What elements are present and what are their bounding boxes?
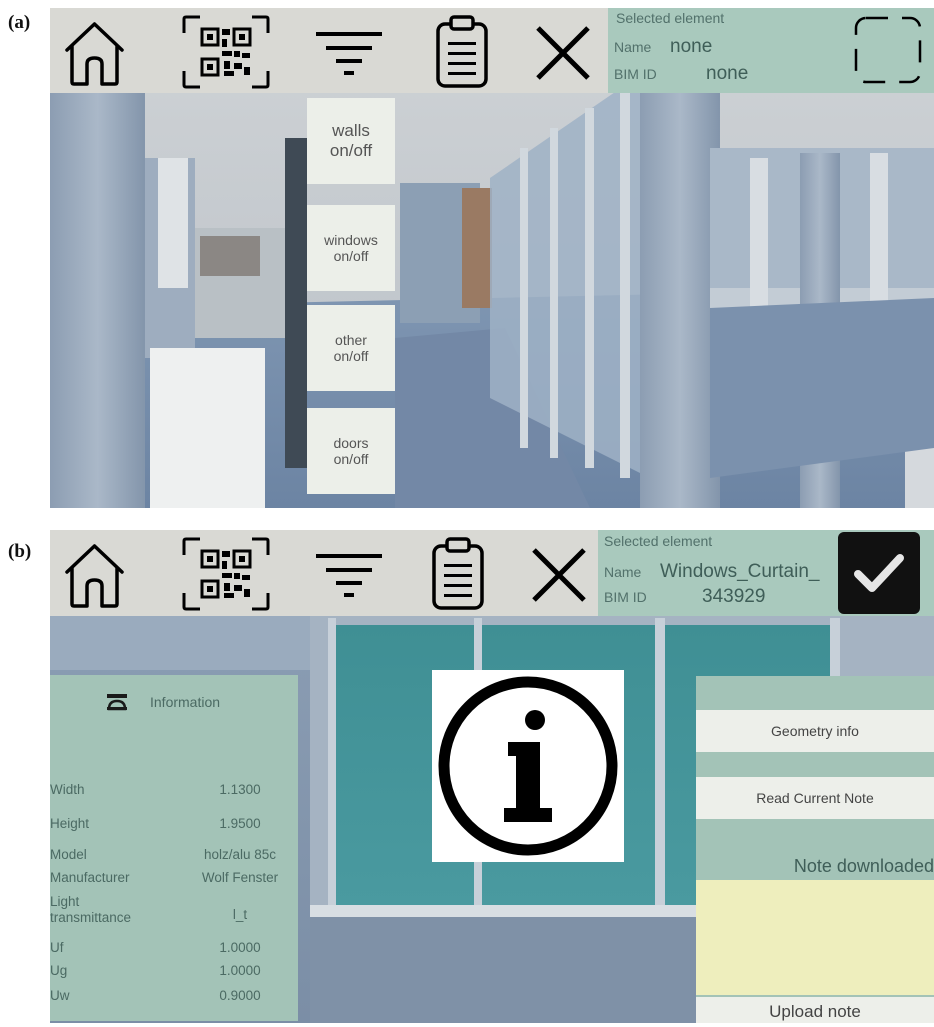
qr-code-icon[interactable]	[180, 535, 272, 618]
filter-icon[interactable]	[314, 550, 384, 605]
read-current-note-button[interactable]: Read Current Note	[696, 777, 934, 819]
building-element-icon	[107, 694, 127, 711]
home-icon[interactable]	[62, 20, 127, 93]
confirm-selection-button[interactable]	[838, 532, 920, 614]
note-text-area[interactable]	[696, 880, 934, 995]
note-status-text: Note downloaded	[793, 856, 934, 876]
bim-id-label: BIM ID	[604, 589, 647, 605]
clipboard-icon[interactable]	[434, 14, 490, 95]
selected-element-panel-a: Selected element Name none BIM ID none	[608, 8, 934, 93]
name-value: Windows_Curtain_	[660, 561, 820, 582]
home-icon[interactable]	[62, 542, 127, 615]
panel-label-b: (b)	[8, 541, 32, 562]
name-label: Name	[604, 564, 642, 580]
information-panel: Information Width 1.1300 Height 1.9500 Mod…	[50, 675, 298, 1021]
selected-element-title: Selected element	[616, 10, 725, 26]
toolbar-a	[50, 8, 608, 93]
info-icon	[438, 676, 618, 856]
close-icon[interactable]	[530, 548, 588, 607]
bim-id-value: none	[706, 63, 749, 84]
information-title: Information	[150, 694, 221, 710]
bim-id-value: 343929	[702, 586, 766, 607]
clipboard-icon[interactable]	[430, 536, 486, 617]
selected-element-title: Selected element	[604, 533, 713, 549]
checkmark-icon	[854, 554, 904, 592]
other-toggle-button[interactable]: other on/off	[307, 305, 395, 391]
name-value: none	[670, 36, 713, 57]
geometry-info-button[interactable]: Geometry info	[696, 710, 934, 752]
upload-note-button[interactable]: Upload note	[696, 997, 934, 1023]
bim-id-label: BIM ID	[614, 66, 657, 82]
info-icon-button[interactable]	[432, 670, 624, 862]
close-icon[interactable]	[534, 26, 592, 85]
toolbar-b	[50, 530, 598, 616]
panel-label-a: (a)	[8, 12, 31, 33]
filter-icon[interactable]	[314, 28, 384, 83]
walls-toggle-button[interactable]: walls on/off	[307, 98, 395, 184]
doors-toggle-button[interactable]: doors on/off	[307, 408, 395, 494]
name-label: Name	[614, 39, 652, 55]
qr-code-icon[interactable]	[180, 13, 272, 96]
windows-toggle-button[interactable]: windows on/off	[307, 205, 395, 291]
dashed-selection-icon[interactable]	[852, 14, 924, 91]
